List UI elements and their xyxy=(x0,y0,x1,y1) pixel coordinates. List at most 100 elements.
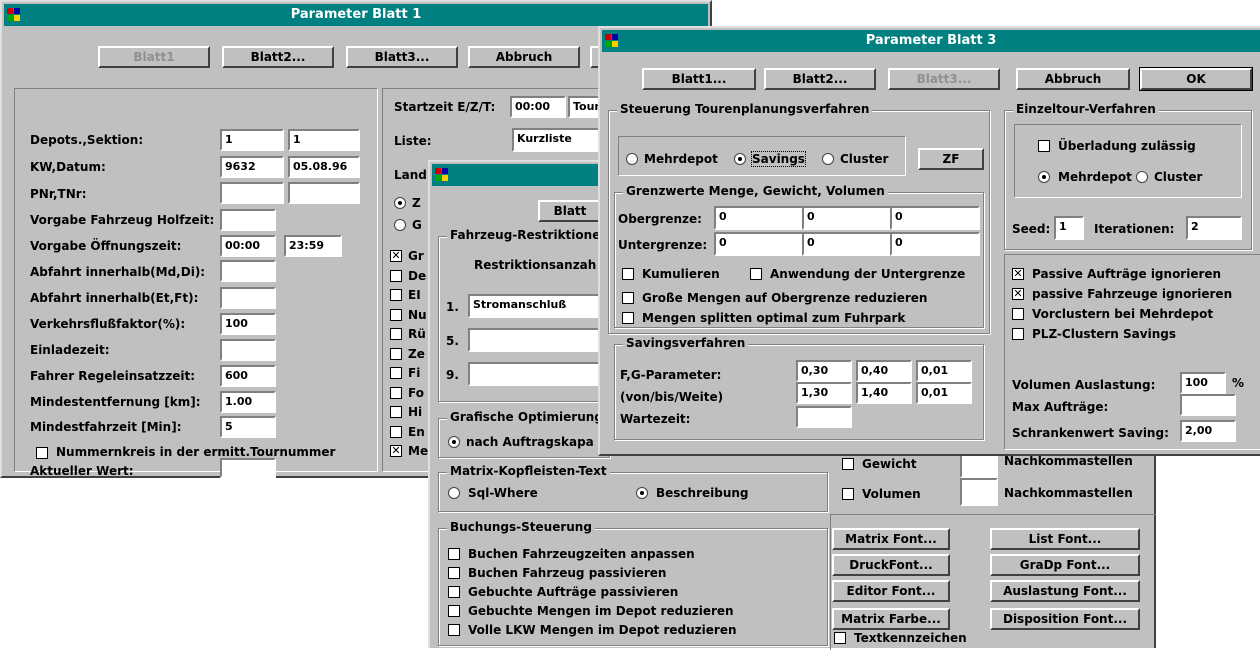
option-checkbox[interactable] xyxy=(390,386,402,399)
option-checkbox[interactable] xyxy=(1012,308,1024,320)
holfzeit-field[interactable] xyxy=(220,209,276,231)
fg-bis-field[interactable]: 0,40 xyxy=(856,360,912,382)
blatt2-button[interactable]: Blatt2... xyxy=(222,46,334,68)
schrankenwert-field[interactable]: 2,00 xyxy=(1180,420,1236,442)
abbruch-button[interactable]: Abbruch xyxy=(468,46,580,68)
blatt3-button[interactable]: Blatt3... xyxy=(888,68,1000,90)
oeffnung-von-field[interactable]: 00:00 xyxy=(220,235,276,257)
obergrenze-menge-field[interactable]: 0 xyxy=(714,206,804,230)
iterationen-field[interactable]: 2 xyxy=(1186,216,1242,240)
mehrdepot-radio[interactable] xyxy=(626,153,638,165)
fahrzeit-field[interactable]: 5 xyxy=(220,416,276,438)
liste-select[interactable]: Kurzliste xyxy=(512,128,602,152)
untergrenze-gewicht-field[interactable]: 0 xyxy=(802,232,892,256)
abfahrt-et-field[interactable] xyxy=(220,287,276,309)
list-font-button[interactable]: List Font... xyxy=(990,528,1140,550)
cluster-radio[interactable] xyxy=(822,153,834,165)
nummernkreis-checkbox[interactable] xyxy=(36,447,48,459)
volumen-checkbox[interactable] xyxy=(842,488,854,500)
restriktion-1-field[interactable]: Stromanschluß xyxy=(468,294,608,318)
datum-field[interactable]: 05.08.96 xyxy=(288,156,360,178)
beschreibung-radio[interactable] xyxy=(636,487,648,499)
restriktion-5-field[interactable] xyxy=(468,328,608,352)
sql-where-radio[interactable] xyxy=(448,487,460,499)
restriktion-9-field[interactable] xyxy=(468,362,608,386)
druck-font-button[interactable]: DruckFont... xyxy=(832,554,950,576)
disposition-font-button[interactable]: Disposition Font... xyxy=(990,608,1140,630)
gewicht-checkbox[interactable] xyxy=(842,458,854,470)
untergrenze-volumen-field[interactable]: 0 xyxy=(890,232,980,256)
fg-von-field[interactable]: 0,30 xyxy=(796,360,852,382)
radio-z[interactable] xyxy=(394,197,406,209)
volumen-nachkomma-field[interactable] xyxy=(960,478,998,506)
oeffnung-bis-field[interactable]: 23:59 xyxy=(284,235,342,257)
blatt-button[interactable]: Blatt xyxy=(538,200,602,222)
vbw-weite-field[interactable]: 0,01 xyxy=(916,382,972,404)
gradp-font-button[interactable]: GraDp Font... xyxy=(990,554,1140,576)
max-auftraege-field[interactable] xyxy=(1180,394,1236,416)
einzeltour-cluster-radio[interactable] xyxy=(1136,171,1148,183)
anwendung-untergrenze-checkbox[interactable] xyxy=(750,268,762,280)
editor-font-button[interactable]: Editor Font... xyxy=(832,580,950,602)
option-checkbox[interactable] xyxy=(1012,328,1024,340)
option-checkbox[interactable]: ✕ xyxy=(390,445,402,457)
buchung-checkbox[interactable] xyxy=(448,586,460,598)
einzeltour-mehrdepot-radio[interactable] xyxy=(1038,171,1050,183)
buchung-checkbox[interactable] xyxy=(448,548,460,560)
seed-field[interactable]: 1 xyxy=(1054,216,1084,240)
matrix-font-button[interactable]: Matrix Font... xyxy=(832,528,950,550)
buchung-checkbox[interactable] xyxy=(448,624,460,636)
option-checkbox[interactable]: ✕ xyxy=(1012,268,1024,280)
obergrenze-gewicht-field[interactable]: 0 xyxy=(802,206,892,230)
option-checkbox[interactable] xyxy=(390,406,402,418)
buchung-checkbox[interactable] xyxy=(448,605,460,617)
ueberladung-checkbox[interactable] xyxy=(1038,140,1050,152)
abbruch-button[interactable]: Abbruch xyxy=(1016,68,1130,90)
savings-radio[interactable] xyxy=(734,153,746,165)
kumulieren-checkbox[interactable] xyxy=(622,268,634,280)
option-checkbox[interactable] xyxy=(390,289,402,301)
pnr-field[interactable] xyxy=(220,182,284,204)
textkennzeichen-checkbox[interactable] xyxy=(834,632,846,644)
kw-field[interactable]: 9632 xyxy=(220,156,284,178)
option-checkbox[interactable] xyxy=(390,308,402,321)
zf-button[interactable]: ZF xyxy=(918,148,984,170)
vbw-bis-field[interactable]: 1,40 xyxy=(856,382,912,404)
option-checkbox[interactable] xyxy=(390,425,402,438)
blatt1-button[interactable]: Blatt1 xyxy=(98,46,210,68)
option-checkbox[interactable]: ✕ xyxy=(1012,288,1024,300)
nach-auftragskapa-radio[interactable] xyxy=(448,436,460,448)
blatt3-button[interactable]: Blatt3... xyxy=(346,46,458,68)
abfahrt-md-field[interactable] xyxy=(220,260,276,282)
title-bar[interactable]: Parameter Blatt 1 xyxy=(4,4,708,26)
ok-button[interactable]: OK xyxy=(1139,67,1253,91)
vbw-von-field[interactable]: 1,30 xyxy=(796,382,852,404)
option-checkbox[interactable] xyxy=(390,347,402,360)
aktueller-wert-field[interactable] xyxy=(220,458,276,478)
depot-field[interactable]: 1 xyxy=(220,129,284,151)
title-bar[interactable]: Parameter Blatt 3 xyxy=(602,30,1260,52)
mengen-splitten-checkbox[interactable] xyxy=(622,312,634,324)
fahrer-field[interactable]: 600 xyxy=(220,365,276,387)
auslastung-font-button[interactable]: Auslastung Font... xyxy=(990,580,1140,602)
verkehr-field[interactable]: 100 xyxy=(220,313,276,335)
startzeit-field[interactable]: 00:00 xyxy=(510,96,566,118)
sektion-field[interactable]: 1 xyxy=(288,129,360,151)
grosse-mengen-checkbox[interactable] xyxy=(622,292,634,304)
blatt1-button[interactable]: Blatt1... xyxy=(642,68,756,90)
wartezeit-field[interactable] xyxy=(796,406,852,428)
tnr-field[interactable] xyxy=(288,182,360,204)
volumen-auslastung-field[interactable]: 100 xyxy=(1180,372,1226,394)
untergrenze-menge-field[interactable]: 0 xyxy=(714,232,804,256)
fg-weite-field[interactable]: 0,01 xyxy=(916,360,972,382)
option-checkbox[interactable] xyxy=(390,269,402,282)
option-checkbox[interactable]: ✕ xyxy=(390,250,402,262)
obergrenze-volumen-field[interactable]: 0 xyxy=(890,206,980,230)
tour-field[interactable]: Tour xyxy=(568,96,602,118)
option-checkbox[interactable] xyxy=(390,367,402,379)
entfernung-field[interactable]: 1.00 xyxy=(220,391,276,413)
radio-g[interactable] xyxy=(394,219,406,231)
einladezeit-field[interactable] xyxy=(220,339,276,361)
buchung-checkbox[interactable] xyxy=(448,567,460,579)
matrix-farbe-button[interactable]: Matrix Farbe... xyxy=(832,608,950,630)
